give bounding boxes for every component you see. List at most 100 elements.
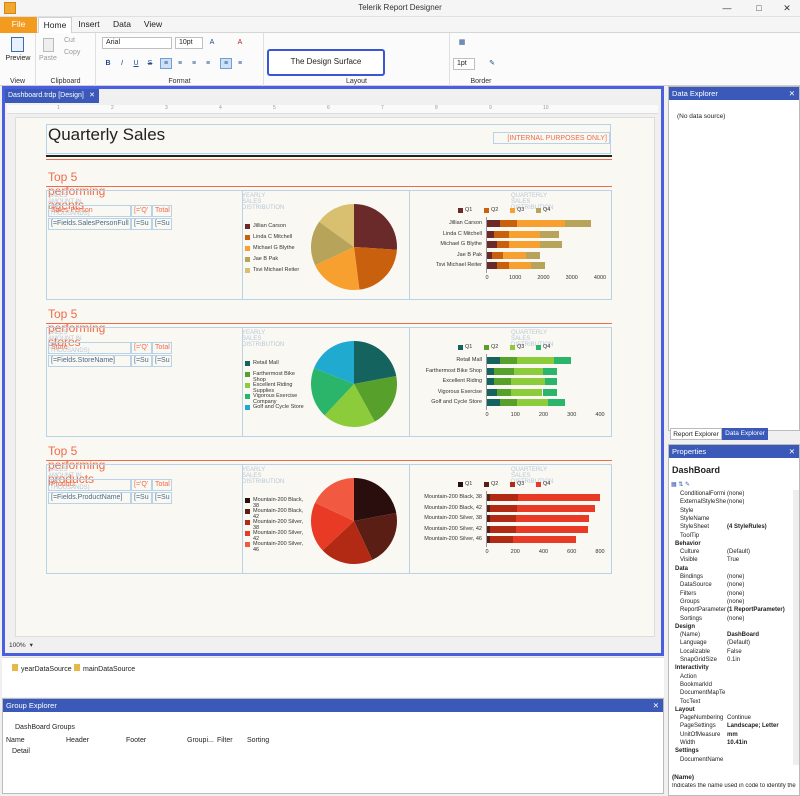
property-row[interactable]: (Name) DashBoard	[669, 631, 793, 639]
table-header-cell[interactable]: [='Q'	[131, 342, 152, 354]
datasource-year[interactable]: yearDataSource	[12, 664, 72, 673]
property-row[interactable]: ToolTip	[669, 532, 793, 540]
valign-middle-icon[interactable]: ≡	[234, 58, 246, 69]
report-title[interactable]: Quarterly Sales	[48, 125, 165, 145]
col-grouping[interactable]: Groupi...	[187, 737, 214, 744]
property-row[interactable]: PageNumbering Continue	[669, 714, 793, 722]
table-header-cell[interactable]: Total	[152, 205, 172, 217]
property-row[interactable]: PageSettings Landscape; Letter	[669, 722, 793, 730]
paste-icon[interactable]	[43, 38, 54, 52]
property-value[interactable]: (none)	[727, 581, 744, 589]
zoom-dropdown-icon[interactable]: ▾	[30, 642, 33, 649]
property-row[interactable]: Data	[669, 565, 793, 573]
property-row[interactable]: TocText	[669, 698, 793, 706]
properties-object[interactable]: DashBoard	[672, 465, 720, 475]
maximize-icon[interactable]: □	[744, 0, 774, 17]
property-row[interactable]: StyleSheet (4 StyleRules)	[669, 523, 793, 531]
table-field-cell[interactable]: [=Su	[152, 492, 172, 504]
border-color-icon[interactable]: ✎	[486, 58, 498, 69]
border-width-combo[interactable]: 1pt	[453, 58, 475, 70]
pie-chart[interactable]	[309, 339, 399, 429]
tab-data-explorer[interactable]: Data Explorer	[722, 428, 768, 440]
property-value[interactable]: (none)	[727, 573, 744, 581]
copy-button[interactable]: Copy	[64, 49, 80, 56]
preview-icon[interactable]	[11, 37, 24, 52]
property-row[interactable]: ConditionalFormi (none)	[669, 490, 793, 498]
property-value[interactable]: mm	[727, 731, 738, 739]
property-row[interactable]: StyleName	[669, 515, 793, 523]
close-tab-icon[interactable]: ✕	[89, 89, 95, 103]
cut-button[interactable]: Cut	[64, 37, 75, 44]
fill-color-icon[interactable]: A	[234, 37, 246, 48]
tab-report-explorer[interactable]: Report Explorer	[670, 428, 722, 440]
property-row[interactable]: Interactivity	[669, 664, 793, 672]
tab-file[interactable]: File	[0, 17, 37, 33]
justify-icon[interactable]: ≡	[202, 58, 214, 69]
datasource-main[interactable]: mainDataSource	[74, 664, 135, 673]
align-right-icon[interactable]: ≡	[188, 58, 200, 69]
property-row[interactable]: DocumentMapTe	[669, 689, 793, 697]
table-field-cell[interactable]: [=Fields.SalesPersonFull	[48, 218, 131, 230]
close-panel-icon[interactable]: ✕	[789, 445, 795, 458]
property-scrollbar[interactable]	[793, 490, 799, 765]
table-field-cell[interactable]: [=Su	[131, 355, 152, 367]
property-row[interactable]: Layout	[669, 706, 793, 714]
close-panel-icon[interactable]: ✕	[653, 699, 659, 712]
col-sorting[interactable]: Sorting	[247, 737, 269, 744]
table-field-cell[interactable]: [=Su	[152, 355, 172, 367]
tab-data[interactable]: Data	[108, 17, 136, 33]
property-row[interactable]: Action	[669, 673, 793, 681]
italic-icon[interactable]: I	[116, 58, 128, 69]
property-row[interactable]: Style	[669, 507, 793, 515]
internal-label[interactable]: [INTERNAL PURPOSES ONLY]	[493, 132, 610, 144]
pie-chart[interactable]	[309, 202, 399, 292]
table-field-cell[interactable]: [=Su	[152, 218, 172, 230]
property-value[interactable]: (none)	[727, 490, 744, 498]
property-value[interactable]: (4 StyleRules)	[727, 523, 767, 531]
property-row[interactable]: Language (Default)	[669, 639, 793, 647]
property-value[interactable]: (1 ReportParameter)	[727, 606, 785, 614]
minimize-icon[interactable]: —	[712, 0, 742, 17]
table-header-cell[interactable]: Store	[48, 342, 131, 354]
property-value[interactable]: (Default)	[727, 639, 750, 647]
property-value[interactable]: DashBoard	[727, 631, 759, 639]
font-name-combo[interactable]: Arial	[102, 37, 172, 49]
table-header-cell[interactable]: Total	[152, 342, 172, 354]
zoom-level[interactable]: 100%	[9, 642, 26, 649]
table-field-cell[interactable]: [=Fields.StoreName]	[48, 355, 131, 367]
table-header-cell[interactable]: [='Q'	[131, 205, 152, 217]
property-row[interactable]: Filters (none)	[669, 590, 793, 598]
table-header-cell[interactable]: Sales Person	[48, 205, 131, 217]
groups-root[interactable]: DashBoard Groups	[15, 724, 75, 731]
pie-chart[interactable]	[309, 476, 399, 566]
table-field-cell[interactable]: [=Fields.ProductName]	[48, 492, 131, 504]
property-row[interactable]: Settings	[669, 747, 793, 755]
property-value[interactable]: 10.41in	[727, 739, 747, 747]
property-row[interactable]: Behavior	[669, 540, 793, 548]
property-row[interactable]: ReportParameter (1 ReportParameter)	[669, 606, 793, 614]
property-row[interactable]: Width 10.41in	[669, 739, 793, 747]
group-row-detail[interactable]: Detail	[12, 748, 30, 755]
col-name[interactable]: Name	[6, 737, 25, 744]
property-row[interactable]: DataSource (none)	[669, 581, 793, 589]
tab-view[interactable]: View	[140, 17, 166, 33]
property-row[interactable]: BookmarkId	[669, 681, 793, 689]
property-value[interactable]: (none)	[727, 590, 744, 598]
col-footer[interactable]: Footer	[126, 737, 146, 744]
close-panel-icon[interactable]: ✕	[789, 87, 795, 100]
text-color-icon[interactable]: A	[206, 37, 218, 48]
valign-top-icon[interactable]: ≡	[220, 58, 232, 69]
table-field-cell[interactable]: [=Su	[131, 492, 152, 504]
property-row[interactable]: Visible True	[669, 556, 793, 564]
document-tab[interactable]: Dashboard.trdp [Design] ✕	[5, 89, 99, 103]
report-canvas[interactable]: Quarterly Sales [INTERNAL PURPOSES ONLY]…	[15, 117, 655, 637]
property-row[interactable]: Groups (none)	[669, 598, 793, 606]
design-surface[interactable]: Dashboard.trdp [Design] ✕ 1 2 3 4 5 6 7 8 9 10 Qua…	[2, 86, 664, 656]
property-value[interactable]: (none)	[727, 615, 744, 623]
data-explorer-item[interactable]: (No data source)	[677, 113, 725, 120]
col-filter[interactable]: Filter	[217, 737, 233, 744]
property-row[interactable]: Localizable False	[669, 648, 793, 656]
property-row[interactable]: UnitOfMeasure mm	[669, 731, 793, 739]
preview-button[interactable]: Preview	[0, 55, 36, 62]
property-value[interactable]: False	[727, 648, 742, 656]
